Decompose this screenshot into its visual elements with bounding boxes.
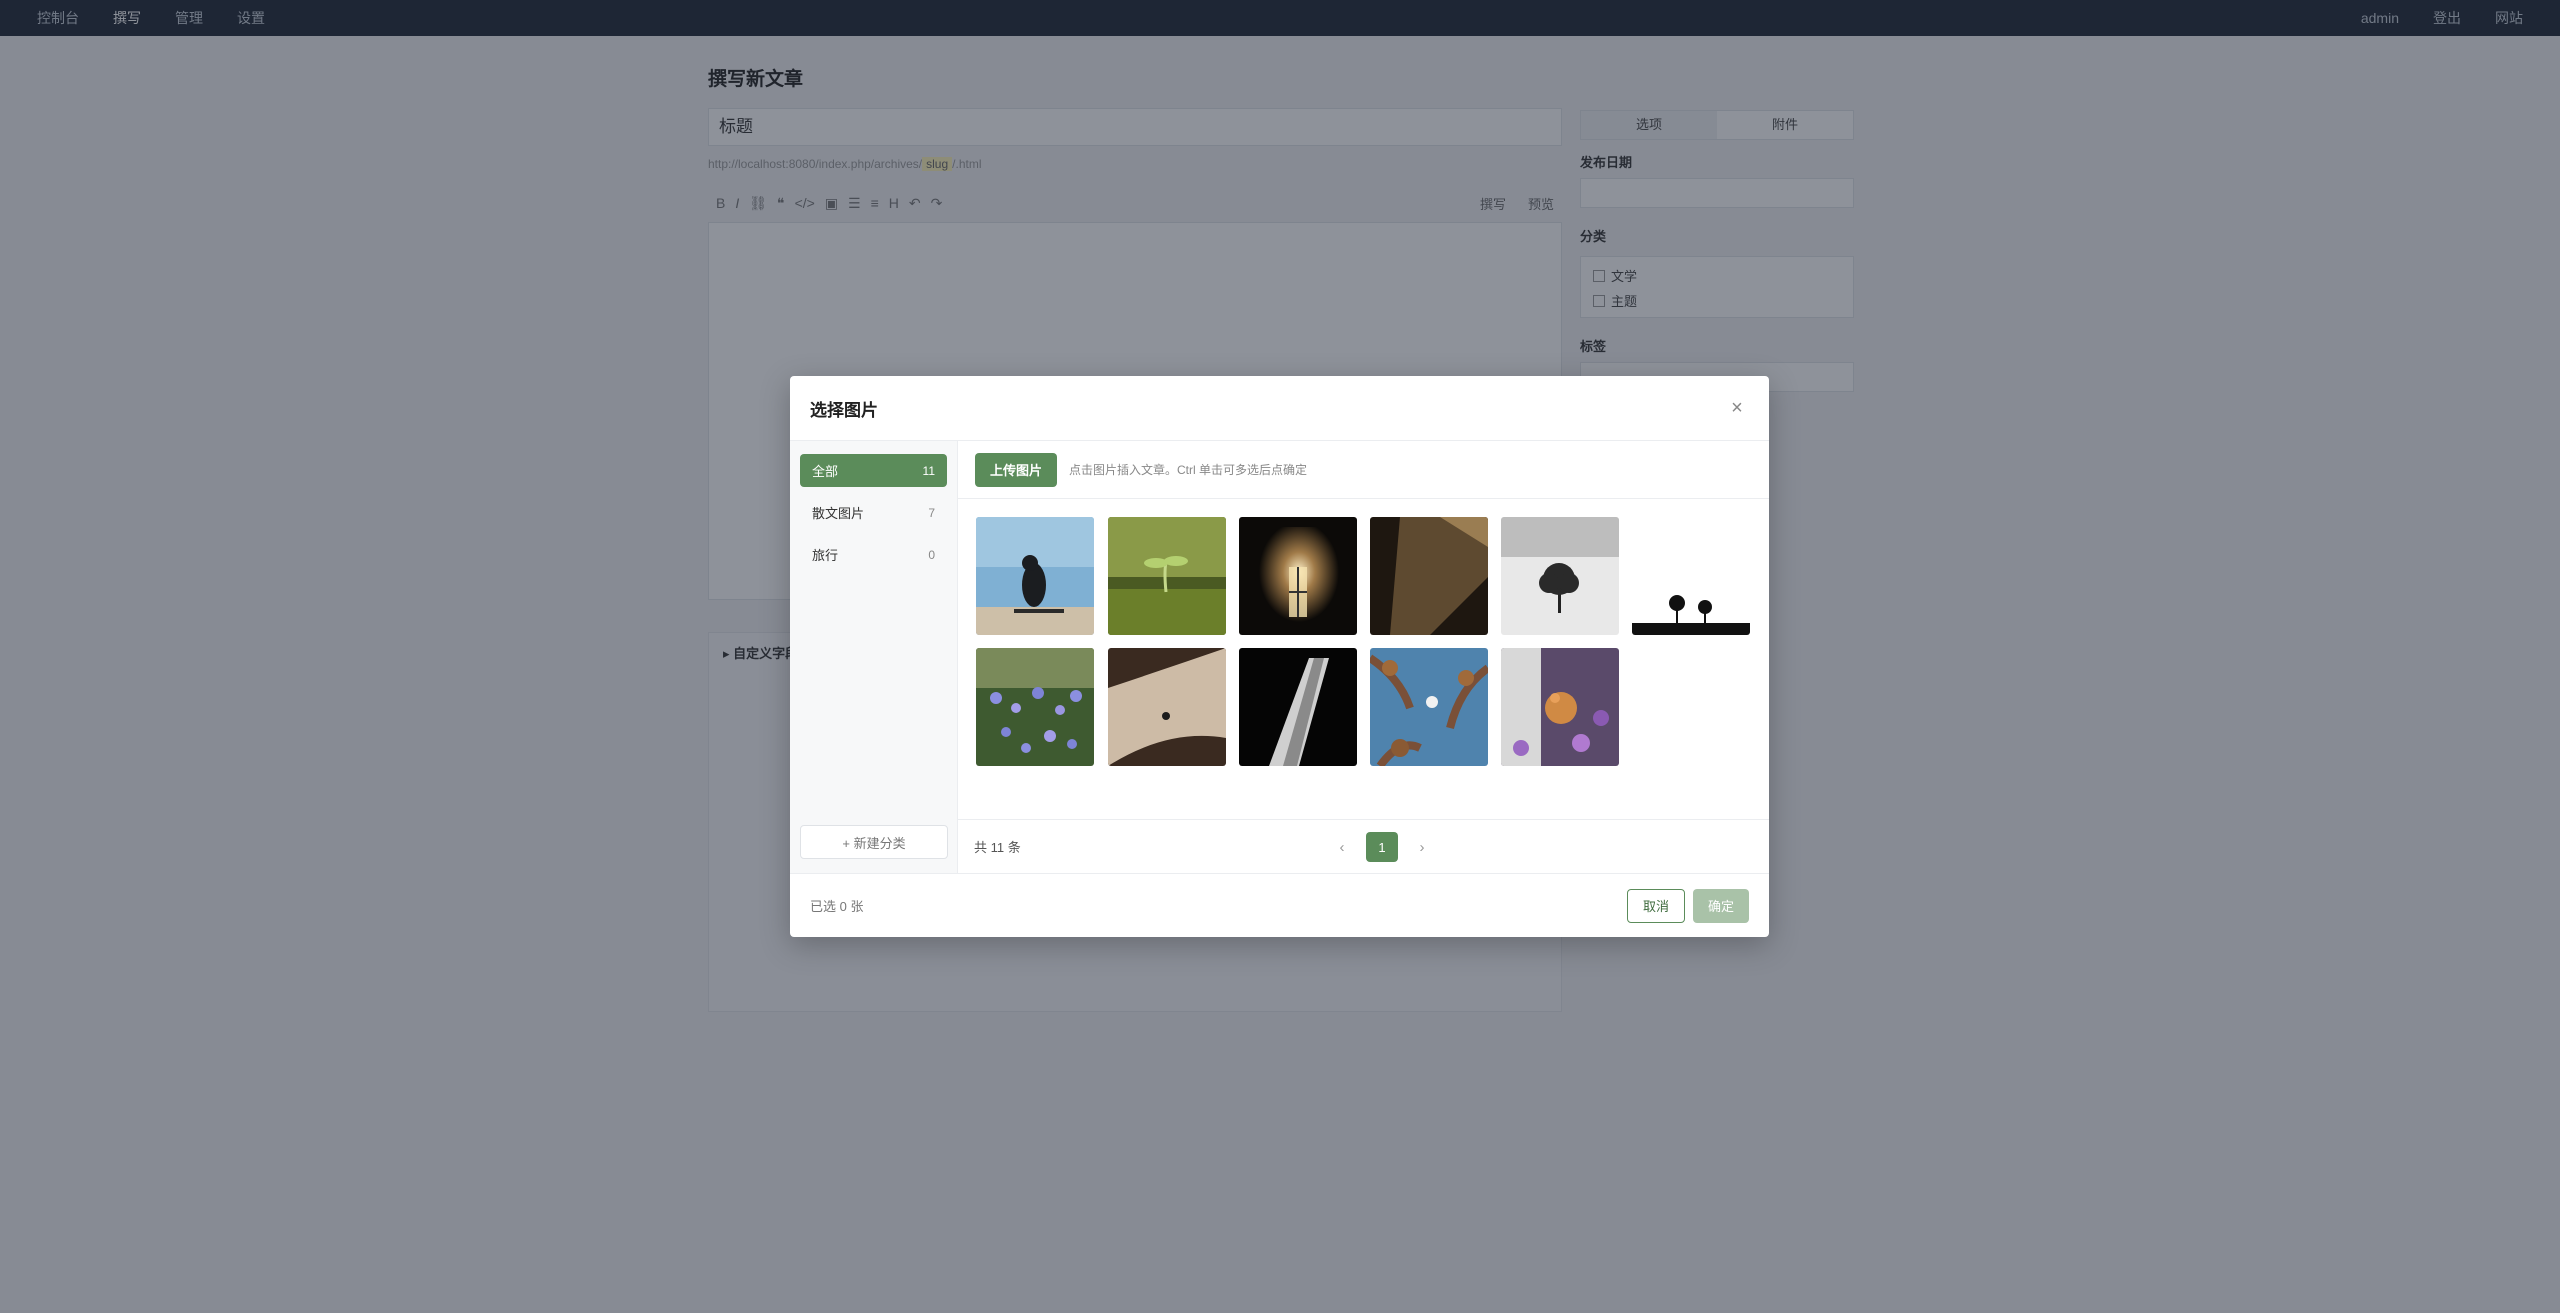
upload-image-button[interactable]: 上传图片 xyxy=(975,452,1058,487)
category-count: 7 xyxy=(928,505,935,520)
modal-title: 选择图片 xyxy=(810,400,878,420)
pane-footer: 共 11 条 ‹ 1 › xyxy=(958,819,1769,873)
footer-buttons: 取消 确定 xyxy=(1626,888,1749,923)
modal-body: 全部 11 散文图片 7 旅行 0 + 新建分类 上传图片 点击图片插入文章。C… xyxy=(790,441,1769,873)
category-count: 11 xyxy=(922,463,935,478)
category-sidebar: 全部 11 散文图片 7 旅行 0 + 新建分类 xyxy=(790,441,958,873)
pagination: ‹ 1 › xyxy=(1332,832,1432,862)
category-count: 0 xyxy=(928,547,935,562)
image-thumbnail[interactable] xyxy=(1239,517,1357,635)
window-light-image xyxy=(1239,517,1357,635)
image-thumbnail[interactable] xyxy=(1239,648,1357,766)
image-thumbnail[interactable] xyxy=(1108,517,1226,635)
moon-branches-image xyxy=(1370,648,1488,766)
page-number-current[interactable]: 1 xyxy=(1366,832,1398,862)
chevron-left-icon[interactable]: ‹ xyxy=(1332,832,1352,862)
confirm-button[interactable]: 确定 xyxy=(1692,888,1749,923)
dark-road-image xyxy=(1239,648,1357,766)
image-thumbnail[interactable] xyxy=(1370,648,1488,766)
category-name: 全部 xyxy=(812,464,839,479)
category-name: 散文图片 xyxy=(812,506,865,521)
category-item-travel[interactable]: 旅行 0 xyxy=(800,538,947,571)
modal-header: 选择图片 × xyxy=(790,376,1769,441)
pane-toolbar: 上传图片 点击图片插入文章。Ctrl 单击可多选后点确定 xyxy=(958,441,1769,499)
image-picker-modal: 选择图片 × 全部 11 散文图片 7 旅行 0 + 新建分类 上传图片 点击图… xyxy=(790,376,1769,937)
lavender-field-image xyxy=(976,648,1094,766)
total-count: 共 11 条 xyxy=(974,840,1021,855)
hint-text: 点击图片插入文章。Ctrl 单击可多选后点确定 xyxy=(1069,463,1308,477)
new-category-button[interactable]: + 新建分类 xyxy=(800,825,948,859)
close-icon[interactable]: × xyxy=(1725,396,1749,420)
cancel-button[interactable]: 取消 xyxy=(1626,888,1685,923)
dusty-ride-image xyxy=(1108,648,1226,766)
image-thumbnail[interactable] xyxy=(1501,648,1619,766)
category-name: 旅行 xyxy=(812,548,839,563)
image-thumbnail[interactable] xyxy=(1370,517,1488,635)
image-thumbnail[interactable] xyxy=(1501,517,1619,635)
image-thumbnail[interactable] xyxy=(976,517,1094,635)
lone-tree-image xyxy=(1501,517,1619,635)
image-thumbnail[interactable] xyxy=(976,648,1094,766)
image-thumbnail[interactable] xyxy=(1632,517,1750,635)
chevron-right-icon[interactable]: › xyxy=(1412,832,1432,862)
seaside-reader-image xyxy=(976,517,1094,635)
selected-count: 已选 0 张 xyxy=(810,899,864,914)
category-item-all[interactable]: 全部 11 xyxy=(800,454,947,487)
category-item-essay-images[interactable]: 散文图片 7 xyxy=(800,496,947,529)
cat-flowers-image xyxy=(1501,648,1619,766)
seedling-image xyxy=(1108,517,1226,635)
dark-stairs-image xyxy=(1370,517,1488,635)
modal-footer: 已选 0 张 取消 确定 xyxy=(790,873,1769,937)
image-pane: 上传图片 点击图片插入文章。Ctrl 单击可多选后点确定 共 11 条 ‹ 1 … xyxy=(958,441,1769,873)
tree-silhouettes-image xyxy=(1632,517,1750,635)
image-thumbnail[interactable] xyxy=(1108,648,1226,766)
